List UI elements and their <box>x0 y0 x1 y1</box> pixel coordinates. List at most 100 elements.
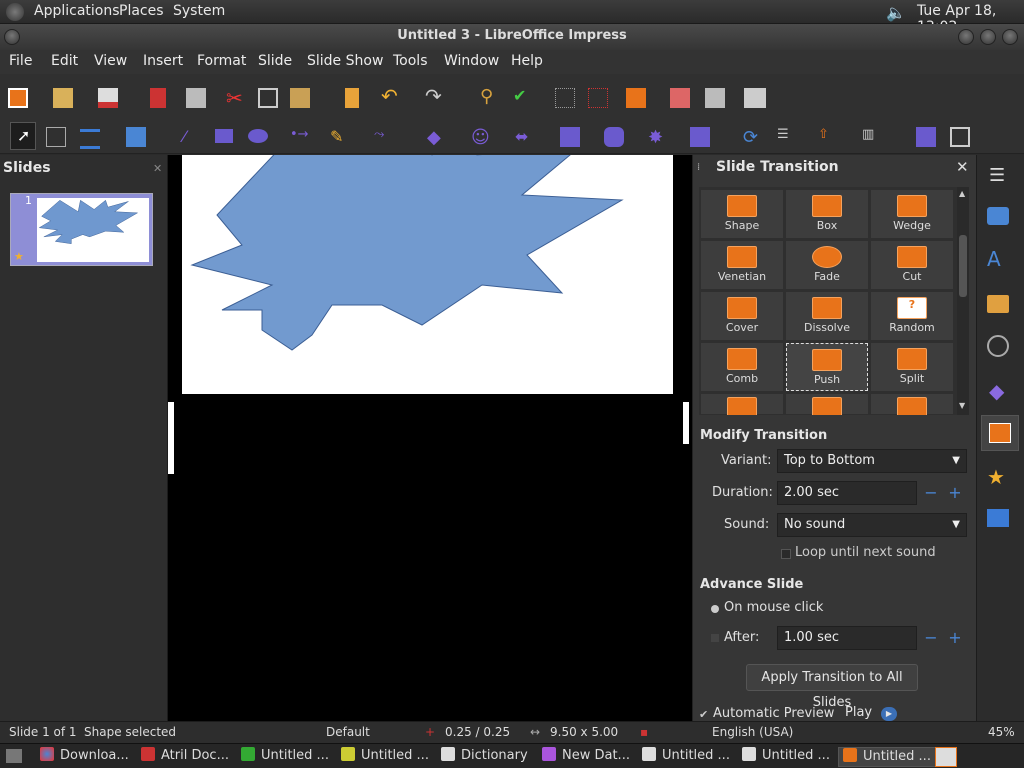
close-sidebar-icon[interactable]: ✕ <box>956 158 969 176</box>
animation-icon[interactable]: ★ <box>987 465 1005 489</box>
fill-color-icon[interactable] <box>126 127 146 147</box>
export-pdf-icon[interactable] <box>150 88 166 108</box>
ellipse-icon[interactable] <box>248 129 268 143</box>
task-untitled-calc[interactable]: Untitled ... <box>241 747 329 767</box>
flowchart-icon[interactable] <box>560 127 580 147</box>
task-untitled-4[interactable]: Untitled ... <box>742 747 830 767</box>
task-atril[interactable]: Atril Doc... <box>141 747 229 767</box>
menu-help[interactable]: Help <box>511 53 543 69</box>
loop-checkbox[interactable] <box>781 549 791 559</box>
menu-view[interactable]: View <box>94 53 127 69</box>
places-menu[interactable]: Places <box>119 3 164 19</box>
menu-slide[interactable]: Slide <box>258 53 292 69</box>
new-icon[interactable] <box>8 88 28 108</box>
connectors-icon[interactable]: ⤳ <box>374 127 394 147</box>
rectangle-icon[interactable] <box>215 129 233 143</box>
on-click-radio[interactable] <box>711 605 719 613</box>
starburst-shape[interactable] <box>182 155 673 394</box>
align-icon[interactable]: ☰ <box>777 127 797 147</box>
new-slide-icon[interactable] <box>626 88 646 108</box>
lines-arrows-icon[interactable]: •→ <box>290 127 310 147</box>
transition-box[interactable]: Box <box>786 190 868 238</box>
undo-icon[interactable]: ↶ <box>381 84 401 108</box>
save-icon[interactable] <box>98 88 118 108</box>
sidebar-menu-icon[interactable]: ☰ <box>989 165 1005 186</box>
right-panel-toggle[interactable] <box>683 402 689 444</box>
rotate-icon[interactable]: ⟳ <box>743 127 763 148</box>
transition-comb[interactable]: Comb <box>701 343 783 391</box>
transition-shape[interactable]: Shape <box>701 190 783 238</box>
3d-objects-icon[interactable] <box>690 127 710 147</box>
volume-icon[interactable]: 🔈 <box>886 3 906 22</box>
transition-wedge[interactable]: Wedge <box>871 190 953 238</box>
menu-insert[interactable]: Insert <box>143 53 183 69</box>
status-language[interactable]: English (USA) <box>712 725 793 739</box>
slide-editor[interactable] <box>168 155 692 721</box>
basic-shapes-icon[interactable]: ◆ <box>427 127 447 148</box>
master-slides-icon[interactable] <box>987 509 1009 527</box>
slide-canvas[interactable] <box>182 155 673 394</box>
variant-select[interactable]: Top to Bottom ▼ <box>777 449 967 473</box>
delete-slide-icon[interactable] <box>705 88 725 108</box>
transition-cover[interactable]: Cover <box>701 292 783 340</box>
gallery-icon[interactable] <box>987 295 1009 313</box>
open-icon[interactable] <box>53 88 73 108</box>
transition-split[interactable]: Split <box>871 343 953 391</box>
redo-icon[interactable]: ↷ <box>425 84 445 108</box>
line-color-icon[interactable] <box>80 129 100 149</box>
apply-to-all-button[interactable]: Apply Transition to All Slides <box>746 664 918 710</box>
duration-increase-icon[interactable]: + <box>945 483 965 503</box>
impress-tray-icon[interactable] <box>935 747 957 767</box>
task-new-database[interactable]: New Dat... <box>542 747 630 767</box>
transition-more-1[interactable] <box>701 394 783 415</box>
slide-thumbnail-1[interactable]: 1 ★ <box>10 193 153 266</box>
arrange-icon[interactable]: ⇧ <box>818 127 838 147</box>
duration-decrease-icon[interactable]: − <box>921 483 941 503</box>
menu-tools[interactable]: Tools <box>393 53 428 69</box>
transition-push[interactable]: Push <box>786 343 868 391</box>
shadow-icon[interactable] <box>916 127 936 147</box>
after-radio[interactable] <box>711 634 719 642</box>
transition-fade[interactable]: Fade <box>786 241 868 289</box>
menu-edit[interactable]: Edit <box>51 53 78 69</box>
window-menu-icon[interactable] <box>4 29 20 45</box>
stars-icon[interactable]: ✸ <box>648 127 668 148</box>
task-untitled-3[interactable]: Untitled ... <box>642 747 730 767</box>
minimize-icon[interactable] <box>958 29 974 45</box>
close-panel-icon[interactable]: ✕ <box>153 162 162 175</box>
scrollbar-thumb[interactable] <box>959 235 967 297</box>
print-icon[interactable] <box>186 88 206 108</box>
transition-venetian[interactable]: Venetian <box>701 241 783 289</box>
transition-more-3[interactable] <box>871 394 953 415</box>
navigator-icon[interactable] <box>987 335 1009 357</box>
duration-input[interactable]: 2.00 sec <box>777 481 917 505</box>
curves-icon[interactable]: ✎ <box>330 127 350 147</box>
transition-random[interactable]: ? Random <box>871 292 953 340</box>
auto-preview-checkbox[interactable]: ✔ <box>699 708 708 721</box>
task-dictionary[interactable]: Dictionary <box>441 747 528 767</box>
cut-icon[interactable]: ✂ <box>226 86 246 110</box>
system-menu[interactable]: System <box>173 3 225 19</box>
after-increase-icon[interactable]: + <box>945 628 965 648</box>
gallery-scrollbar[interactable]: ▲ ▼ <box>957 187 969 415</box>
task-downloads[interactable]: Downloa... <box>40 747 129 767</box>
transition-more-2[interactable] <box>786 394 868 415</box>
panel-grip-icon[interactable]: ⁞ <box>697 162 700 173</box>
spelling-icon[interactable]: ✔ <box>513 86 533 106</box>
clone-formatting-icon[interactable] <box>345 88 359 108</box>
left-panel-toggle[interactable] <box>168 402 174 474</box>
crop-icon[interactable] <box>950 127 970 147</box>
symbol-shapes-icon[interactable]: ☺ <box>471 127 491 148</box>
zoom-pan-icon[interactable] <box>46 127 66 147</box>
duplicate-slide-icon[interactable] <box>670 88 690 108</box>
select-tool-icon[interactable]: ➚ <box>10 122 36 150</box>
scroll-up-icon[interactable]: ▲ <box>959 189 965 198</box>
block-arrows-icon[interactable]: ⬌ <box>515 127 535 147</box>
after-decrease-icon[interactable]: − <box>921 628 941 648</box>
applications-menu[interactable]: Applications <box>34 3 120 19</box>
status-layout[interactable]: Default <box>326 725 370 739</box>
menu-format[interactable]: Format <box>197 53 246 69</box>
line-icon[interactable]: ⁄ <box>183 127 203 147</box>
transition-dissolve[interactable]: Dissolve <box>786 292 868 340</box>
transition-cut[interactable]: Cut <box>871 241 953 289</box>
